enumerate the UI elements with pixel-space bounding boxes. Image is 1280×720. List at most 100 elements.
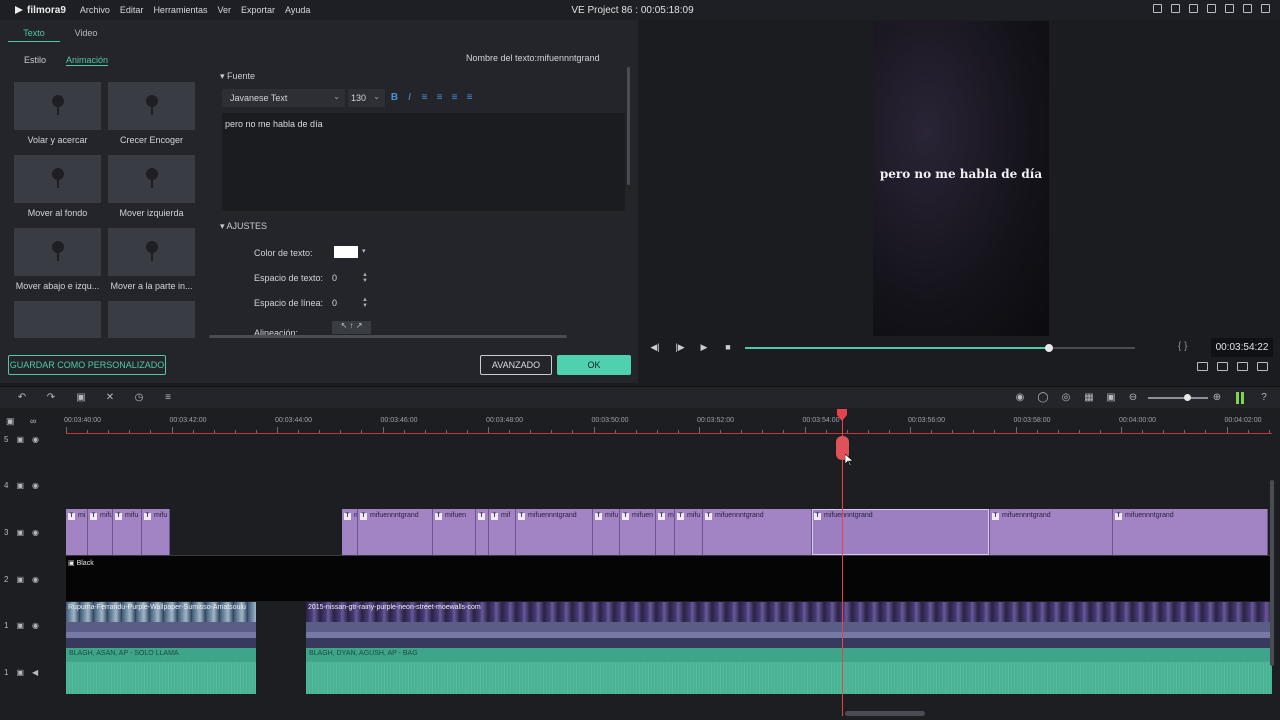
chevron-down-icon[interactable]: ▾: [362, 247, 366, 255]
title-clip[interactable]: Tmifuen: [620, 509, 656, 555]
align-center-icon[interactable]: ≡: [435, 92, 444, 103]
title-clip[interactable]: Tmifu: [593, 509, 620, 555]
title-clip[interactable]: Tmifu: [88, 509, 113, 555]
account-icon[interactable]: [1153, 4, 1162, 13]
snapshot-icon[interactable]: [1217, 362, 1228, 371]
eye-icon[interactable]: ◉: [32, 528, 39, 537]
play-icon[interactable]: ▶: [698, 342, 710, 354]
download-icon[interactable]: [1207, 4, 1216, 13]
title-clip[interactable]: Tmifuennntgrand: [990, 509, 1113, 555]
title-clip[interactable]: Tm: [342, 509, 358, 555]
lock-icon[interactable]: ▣: [16, 435, 24, 444]
speaker-icon[interactable]: ◀: [32, 668, 38, 677]
title-clip[interactable]: Tmifu: [113, 509, 142, 555]
lock-icon[interactable]: ▣: [16, 575, 24, 584]
save-custom-button[interactable]: GUARDAR COMO PERSONALIZADO: [8, 355, 166, 375]
background-clip[interactable]: ▣ Black: [66, 555, 1272, 601]
microphone-icon[interactable]: ◎: [1060, 392, 1072, 404]
italic-icon[interactable]: I: [405, 92, 414, 103]
add-track-icon[interactable]: ▣: [6, 416, 15, 427]
volume-icon[interactable]: [1237, 362, 1248, 371]
adjust-icon[interactable]: ≡: [162, 392, 174, 404]
tab-texto[interactable]: Texto: [8, 28, 60, 42]
preset-mover-izquierda[interactable]: Mover izquierda: [108, 155, 195, 218]
audio-clip[interactable]: BLAGH, DYAN, AGUSH, AP - BAG: [306, 648, 1272, 694]
editor-scrollbar[interactable]: [627, 67, 630, 185]
align-left-icon[interactable]: ≡: [420, 92, 429, 103]
cut-icon[interactable]: ✕: [104, 392, 116, 404]
align-justify-icon[interactable]: ≡: [465, 92, 474, 103]
marker-icon[interactable]: ◯: [1037, 392, 1049, 404]
snapshot-timeline-icon[interactable]: ▣: [1105, 392, 1117, 404]
time-ruler[interactable]: 00:03:40:00 00:03:42:00 00:03:44:00 00:03:4…: [64, 408, 1280, 434]
zoom-out-icon[interactable]: ⊖: [1127, 392, 1139, 404]
render-icon[interactable]: ◉: [1014, 392, 1026, 404]
font-size-select[interactable]: 130 ⌄: [348, 89, 385, 107]
zoom-slider-knob[interactable]: [1184, 394, 1191, 401]
title-clip[interactable]: Tmif: [489, 509, 516, 555]
text-spacing-stepper[interactable]: ▲ ▼: [362, 272, 368, 284]
help-icon[interactable]: ?: [1258, 392, 1270, 404]
font-family-select[interactable]: Javanese Text ⌄: [222, 89, 345, 107]
title-clip[interactable]: Tmifuennntgrand: [812, 509, 990, 555]
restore-button[interactable]: [1243, 4, 1252, 13]
preset-mover-parte-inferior[interactable]: Mover a la parte in...: [108, 228, 195, 291]
audio-mixer-icon[interactable]: ▦: [1083, 392, 1095, 404]
mail-icon[interactable]: [1189, 4, 1198, 13]
settings-section-header[interactable]: ▾ AJUSTES: [220, 221, 267, 232]
save-icon[interactable]: [1171, 4, 1180, 13]
eye-icon[interactable]: ◉: [32, 481, 39, 490]
title-clip[interactable]: Tmifuennntgrand: [358, 509, 433, 555]
delete-icon[interactable]: ▣: [75, 392, 87, 404]
lock-icon[interactable]: ▣: [16, 481, 24, 490]
preset-item[interactable]: [14, 301, 101, 338]
stop-icon[interactable]: ■: [722, 342, 734, 354]
text-color-swatch[interactable]: [334, 246, 358, 258]
speed-icon[interactable]: ◷: [133, 392, 145, 404]
editor-horizontal-scrollbar[interactable]: [209, 335, 567, 338]
preset-crecer-encoger[interactable]: Crecer Encoger: [108, 82, 195, 145]
undo-icon[interactable]: ↶: [16, 392, 28, 404]
video-clip[interactable]: 2015-nissan-gtr-rainy-purple-neon-street…: [306, 602, 1272, 648]
title-clip[interactable]: Tmifu: [675, 509, 703, 555]
title-clip[interactable]: Tmi: [66, 509, 88, 555]
mark-in-out-icon[interactable]: { }: [1178, 341, 1187, 352]
eye-icon[interactable]: ◉: [32, 435, 39, 444]
lock-icon[interactable]: ▣: [16, 668, 24, 677]
preset-item[interactable]: [108, 301, 195, 338]
lock-icon[interactable]: ▣: [16, 528, 24, 537]
line-spacing-input[interactable]: 0: [332, 296, 364, 310]
title-clip[interactable]: Tmifuennntgrand: [1113, 509, 1268, 555]
close-button[interactable]: [1261, 4, 1270, 13]
title-clip[interactable]: Tmif: [656, 509, 675, 555]
text-content-input[interactable]: pero no me habla de día: [222, 113, 625, 211]
ok-button[interactable]: OK: [557, 355, 631, 375]
advanced-button[interactable]: AVANZADO: [480, 355, 552, 375]
redo-icon[interactable]: ↷: [45, 392, 57, 404]
subtab-estilo[interactable]: Estilo: [24, 55, 46, 66]
text-spacing-input[interactable]: 0: [332, 271, 364, 285]
preset-mover-al-fondo[interactable]: Mover al fondo: [14, 155, 101, 218]
tab-video[interactable]: Video: [60, 28, 112, 42]
timeline-vertical-scrollbar[interactable]: [1270, 480, 1274, 666]
align-right-icon[interactable]: ≡: [450, 92, 459, 103]
video-clip[interactable]: Rupuma-Ferrandu-Purple-Wallpaper-Sumisso…: [66, 602, 256, 648]
playback-progress-knob[interactable]: [1045, 344, 1054, 352]
eye-icon[interactable]: ◉: [32, 621, 39, 630]
link-icon[interactable]: ∞: [30, 416, 36, 426]
title-clip[interactable]: Tmifuen: [433, 509, 476, 555]
title-clip[interactable]: Tmifu: [142, 509, 170, 555]
video-preview[interactable]: pero no me habla de día: [873, 21, 1049, 336]
zoom-in-icon[interactable]: ⊕: [1211, 392, 1223, 404]
bold-icon[interactable]: B: [390, 92, 399, 103]
line-spacing-stepper[interactable]: ▲ ▼: [362, 297, 368, 309]
audio-clip[interactable]: BLAGH, ASAN, AP - SOLO LLAMA: [66, 648, 256, 694]
minimize-button[interactable]: [1225, 4, 1234, 13]
timeline-horizontal-scrollbar[interactable]: [845, 711, 925, 716]
audio-meter-icon[interactable]: [1236, 392, 1246, 404]
zoom-slider[interactable]: [1148, 397, 1208, 399]
preset-volar-y-acercar[interactable]: Volar y acercar: [14, 82, 101, 145]
preset-mover-abajo-izquierda[interactable]: Mover abajo e izqu...: [14, 228, 101, 291]
title-clip[interactable]: Tmifuennntgrand: [516, 509, 593, 555]
display-settings-icon[interactable]: [1197, 362, 1208, 371]
